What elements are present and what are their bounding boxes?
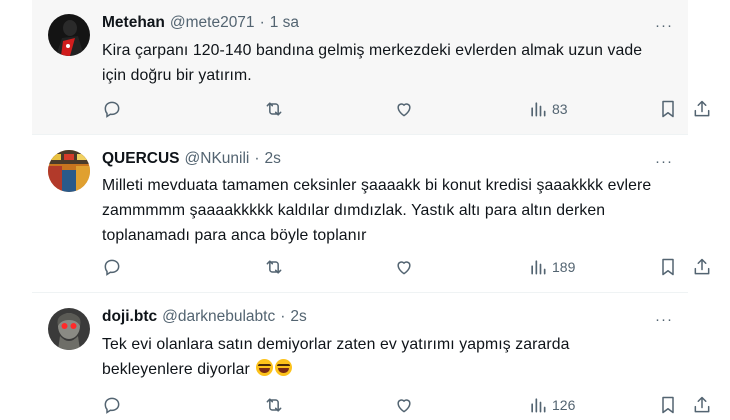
tweet-text: Milleti mevduata tamamen ceksinler şaaaa… (102, 177, 652, 244)
views-button[interactable]: 83 (528, 97, 568, 121)
tweet-feed: Metehan @mete2071 · 1 sa ··· Kira çarpan… (0, 0, 730, 420)
red-scarf-portrait-icon (48, 14, 90, 56)
retweet-button[interactable] (264, 255, 284, 279)
user-handle[interactable]: @mete2071 (170, 14, 255, 32)
tweet-text: Tek evi olanlara satın demiyorlar zaten … (102, 336, 570, 378)
tweet-item[interactable]: QUERCUS @NKunili · 2s ··· Milleti mevdua… (32, 136, 710, 293)
like-icon (397, 399, 411, 413)
tweet-header: doji.btc @darknebulabtc · 2s (102, 308, 307, 326)
share-icon (694, 396, 710, 413)
user-handle[interactable]: @NKunili (185, 150, 250, 168)
display-name[interactable]: doji.btc (102, 308, 157, 326)
retweet-icon (266, 398, 282, 412)
colorful-market-photo-icon (48, 150, 90, 192)
like-button[interactable] (394, 393, 414, 417)
reply-icon (104, 259, 120, 276)
avatar[interactable] (48, 150, 90, 192)
tweet-item[interactable]: doji.btc @darknebulabtc · 2s ··· Tek evi… (32, 294, 710, 420)
action-bar: 189 (92, 255, 710, 279)
like-button[interactable] (394, 255, 414, 279)
reply-button[interactable] (102, 393, 122, 417)
timestamp[interactable]: 2s (290, 308, 306, 326)
bookmark-icon (662, 258, 674, 276)
like-icon (397, 261, 411, 275)
separator-dot: · (259, 14, 265, 31)
tweet-item[interactable]: Metehan @mete2071 · 1 sa ··· Kira çarpan… (32, 0, 710, 135)
views-count: 189 (552, 259, 576, 275)
views-icon (531, 398, 546, 413)
views-button[interactable]: 126 (528, 393, 575, 417)
bookmark-icon (662, 396, 674, 414)
red-eyed-statue-icon (48, 308, 90, 350)
bookmark-button[interactable] (658, 97, 678, 121)
timestamp[interactable]: 1 sa (270, 14, 299, 32)
separator-dot: · (254, 150, 260, 167)
display-name[interactable]: Metehan (102, 14, 165, 32)
more-options-icon[interactable]: ··· (654, 15, 674, 35)
tweet-header: Metehan @mete2071 · 1 sa (102, 14, 299, 32)
display-name[interactable]: QUERCUS (102, 150, 180, 168)
views-icon (531, 260, 546, 275)
views-icon (531, 102, 546, 117)
share-button[interactable] (692, 255, 712, 279)
like-button[interactable] (394, 97, 414, 121)
separator-dot: · (280, 308, 286, 325)
tweet-body: Tek evi olanlara satın demiyorlar zaten … (102, 332, 658, 382)
user-handle[interactable]: @darknebulabtc (162, 308, 275, 326)
tweet-header: QUERCUS @NKunili · 2s (102, 150, 281, 168)
views-button[interactable]: 189 (528, 255, 575, 279)
laughing-emoji-icon (254, 359, 293, 378)
retweet-button[interactable] (264, 393, 284, 417)
reply-button[interactable] (102, 255, 122, 279)
retweet-icon (266, 260, 282, 274)
reply-button[interactable] (102, 97, 122, 121)
action-bar: 126 (92, 393, 710, 417)
bookmark-button[interactable] (658, 255, 678, 279)
reply-icon (104, 101, 120, 118)
share-icon (694, 258, 710, 275)
more-options-icon[interactable]: ··· (654, 151, 674, 171)
views-count: 126 (552, 397, 576, 413)
bookmark-icon (662, 100, 674, 118)
timestamp[interactable]: 2s (265, 150, 281, 168)
reply-icon (104, 397, 120, 414)
like-icon (397, 103, 411, 117)
share-button[interactable] (692, 97, 712, 121)
avatar[interactable] (48, 14, 90, 56)
views-count: 83 (552, 101, 568, 117)
tweet-text: Kira çarpanı 120-140 bandına gelmiş merk… (102, 42, 643, 84)
share-icon (694, 100, 710, 117)
retweet-button[interactable] (264, 97, 284, 121)
more-options-icon[interactable]: ··· (654, 309, 674, 329)
retweet-icon (266, 102, 282, 116)
share-button[interactable] (692, 393, 712, 417)
avatar[interactable] (48, 308, 90, 350)
bookmark-button[interactable] (658, 393, 678, 417)
action-bar: 83 (92, 97, 710, 121)
